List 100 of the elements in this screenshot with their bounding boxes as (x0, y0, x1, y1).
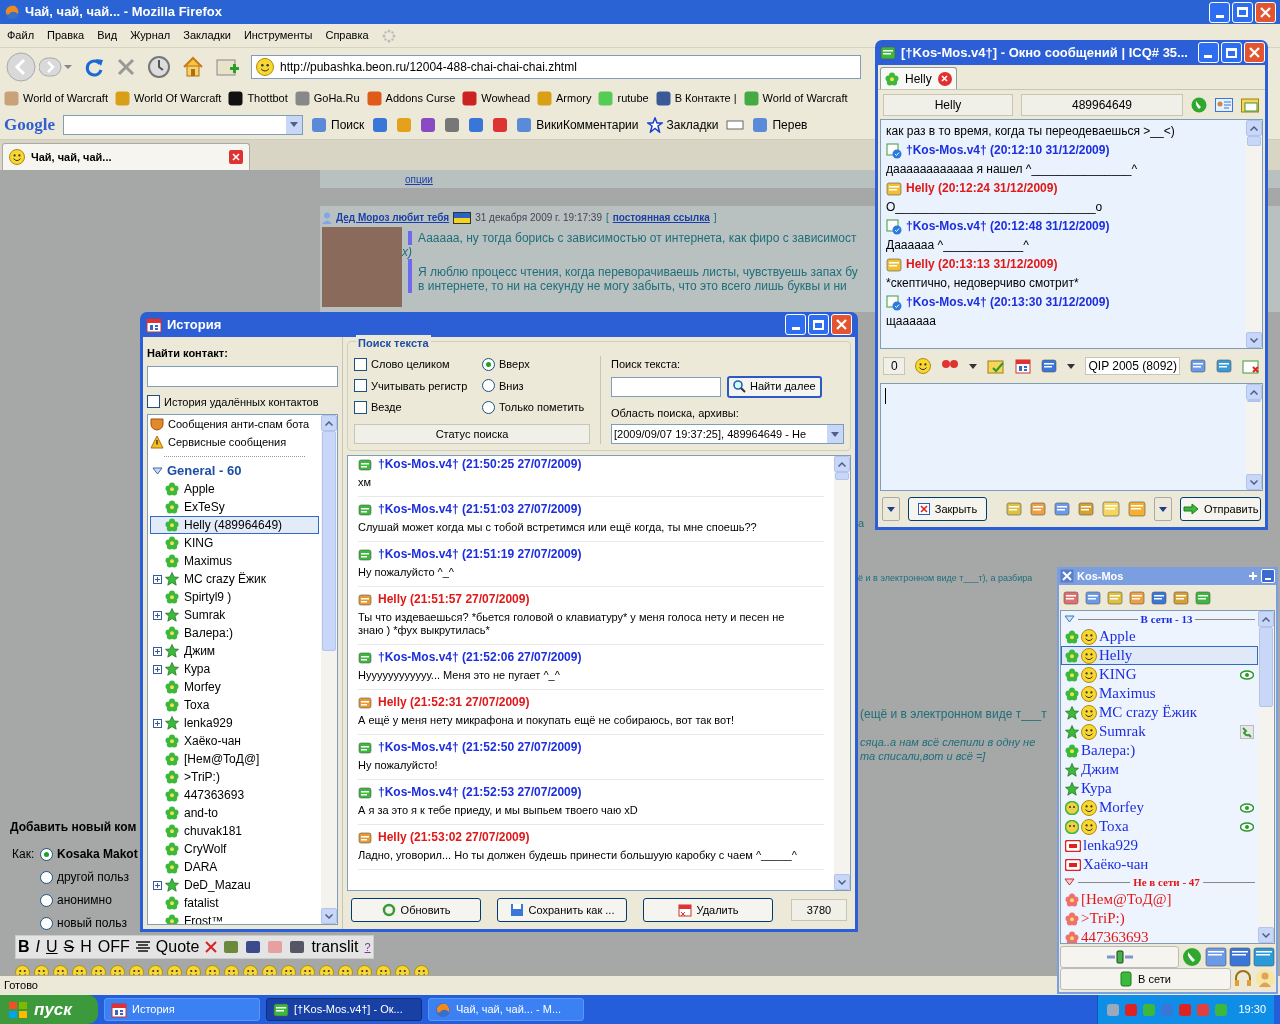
group-header[interactable]: В сети - 13 (1061, 611, 1258, 627)
contact-card-icon[interactable] (1215, 97, 1233, 112)
menu-item[interactable]: Правка (47, 27, 85, 44)
google-search-field[interactable] (63, 114, 303, 135)
scroll-down-button[interactable] (1246, 332, 1262, 348)
scrollbar[interactable] (834, 456, 850, 890)
close-button[interactable] (831, 314, 852, 335)
bookmark-link[interactable]: Wowhead (462, 89, 531, 107)
reload-icon[interactable] (83, 56, 105, 78)
menu-item[interactable]: Файл (7, 27, 35, 44)
toolbar-icon[interactable] (223, 940, 240, 954)
scrollbar[interactable] (1258, 611, 1274, 943)
close-tab-button[interactable] (937, 71, 952, 86)
scroll-thumb[interactable] (1259, 627, 1273, 707)
expand-icon[interactable] (153, 646, 162, 656)
folder-icon[interactable] (1241, 96, 1259, 113)
toolbar-button[interactable]: Поиск (311, 115, 365, 134)
caret-icon[interactable] (969, 363, 978, 369)
menu-item[interactable]: Инструменты (243, 27, 313, 44)
scroll-down-button[interactable] (1258, 927, 1274, 943)
author-link[interactable]: Дед Мороз любит тебя (336, 210, 450, 225)
toolbar-icon[interactable] (468, 116, 485, 133)
calendar-icon[interactable] (1015, 358, 1032, 374)
close-button[interactable] (1243, 42, 1265, 63)
scroll-thumb[interactable] (1247, 136, 1261, 146)
scroll-up-button[interactable] (1246, 384, 1262, 400)
contact-item[interactable]: CryWolf (150, 840, 319, 858)
checkbox[interactable] (354, 379, 367, 393)
minimize-button[interactable] (1197, 42, 1219, 63)
contact-search-field[interactable] (147, 365, 338, 387)
scope-dropdown[interactable]: [2009/09/07 19:37:25], 489964649 - He (611, 424, 844, 444)
history-button[interactable]: Сохранить как ... (497, 898, 627, 922)
toolbar-button[interactable]: Закладки (646, 115, 719, 134)
folder-close-icon[interactable] (1242, 358, 1260, 374)
align-icon[interactable] (135, 941, 150, 953)
scroll-down-button[interactable] (321, 908, 337, 924)
menu-item[interactable]: Справка (325, 27, 369, 44)
minimize-button[interactable] (785, 314, 806, 335)
contact-item[interactable]: Валера:) (1061, 741, 1258, 760)
start-button[interactable]: пуск (0, 995, 98, 1024)
contact-item[interactable]: DeD_Mazau (150, 876, 319, 894)
bookmark-link[interactable]: World of Warcraft (743, 89, 848, 107)
contact-item[interactable]: lenka929 (1061, 836, 1258, 855)
bookmark-link[interactable]: Thottbot (228, 89, 288, 107)
contact-item[interactable]: Sumrak (1061, 722, 1258, 741)
menu-item[interactable]: Журнал (130, 27, 171, 44)
contact-item[interactable]: KING (150, 534, 319, 552)
contact-item[interactable]: 447363693 (150, 786, 319, 804)
format-button[interactable]: B (18, 939, 30, 955)
radio-button[interactable] (482, 357, 495, 371)
bookmark-link[interactable]: World of Warcraft (4, 89, 108, 107)
scrollbar[interactable] (1246, 384, 1262, 490)
scroll-up-button[interactable] (1258, 611, 1274, 627)
maximize-button[interactable] (1232, 1, 1253, 23)
format-button[interactable]: translit (311, 939, 359, 955)
bookmark-link[interactable]: Armory (537, 89, 592, 107)
minimize-button[interactable] (1209, 1, 1230, 23)
scroll-up-button[interactable] (1246, 120, 1262, 136)
checkbox[interactable] (354, 400, 367, 414)
dropdown-button[interactable] (882, 497, 901, 521)
contact-item[interactable]: [Нем@ToД@] (1061, 890, 1258, 909)
contact-item[interactable]: Apple (150, 480, 319, 498)
contact-item[interactable]: Toxa (1061, 817, 1258, 836)
taskbar-button[interactable]: [†Kos-Mos.v4†] - Ок... (266, 998, 422, 1021)
radio-button[interactable] (40, 893, 53, 907)
expand-icon[interactable] (153, 880, 162, 890)
rectangle-icon[interactable] (726, 119, 745, 130)
group-header[interactable]: Не в сети - 47 (1061, 874, 1258, 890)
toolbar-icon[interactable] (420, 116, 437, 133)
caret-icon[interactable] (1067, 363, 1076, 369)
contact-item[interactable]: fatalist (150, 894, 319, 912)
scroll-up-button[interactable] (321, 415, 337, 431)
permalink-link[interactable]: постоянная ссылка (612, 210, 710, 225)
status-button[interactable]: В сети (1060, 968, 1231, 990)
phone-icon[interactable] (1181, 946, 1203, 968)
clock-icon[interactable] (147, 55, 171, 79)
contact-item[interactable]: chuvak181 (150, 822, 319, 840)
format-button[interactable]: OFF (97, 939, 130, 955)
format-button[interactable]: H (80, 939, 92, 955)
minimize-button[interactable] (1261, 569, 1275, 583)
taskbar-button[interactable]: История (104, 998, 260, 1021)
radio-button[interactable] (482, 400, 495, 414)
toolbar-icon[interactable] (444, 116, 461, 133)
contact-item[interactable]: lenka929 (150, 714, 319, 732)
scroll-thumb[interactable] (835, 472, 849, 480)
contact-item[interactable]: Helly (489964649) (150, 516, 319, 534)
contact-item[interactable]: Spirtyl9 ) (150, 588, 319, 606)
bookmark-link[interactable]: Addons Curse (366, 89, 456, 107)
contact-item[interactable]: Helly (1061, 646, 1258, 665)
radio-button[interactable] (40, 916, 53, 930)
pin-icon[interactable] (1248, 571, 1258, 581)
contact-item[interactable]: Morfey (150, 678, 319, 696)
send-button[interactable]: Отправить (1180, 497, 1261, 521)
contact-item[interactable]: ExTeSy (150, 498, 319, 516)
scroll-up-button[interactable] (834, 456, 850, 472)
contact-item[interactable]: Валера:) (150, 624, 319, 642)
format-button[interactable]: ? (364, 941, 371, 953)
stop-icon[interactable] (115, 56, 137, 78)
checkbox[interactable] (354, 357, 367, 371)
address-field[interactable]: http://pubashka.beon.ru/12004-488-chai-chai-chai.zhtml (251, 55, 861, 79)
